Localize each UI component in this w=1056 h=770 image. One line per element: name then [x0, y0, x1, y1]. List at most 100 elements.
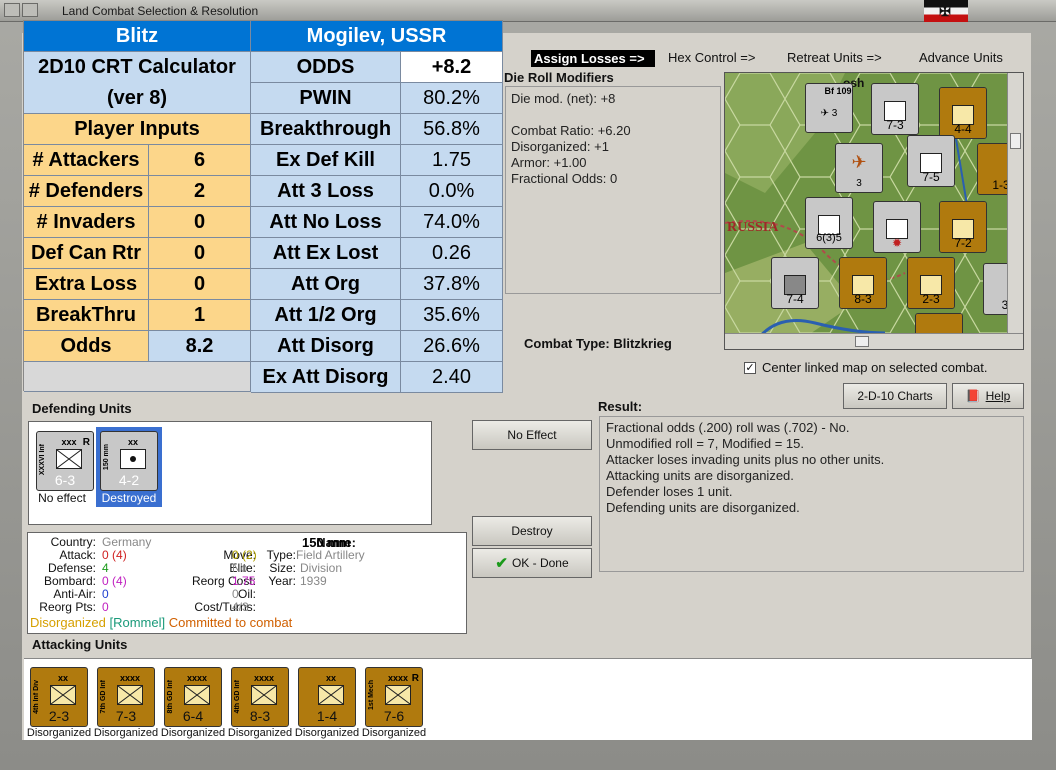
infantry-icon [251, 685, 277, 705]
unit-strength: 1-4 [316, 708, 338, 724]
map-unit-xxiv[interactable]: 7-3 [871, 83, 919, 135]
minimize-icon[interactable] [22, 3, 38, 17]
map-unit-rommel[interactable]: 6(3)5 [805, 197, 853, 249]
hex-control-step[interactable]: Hex Control => [668, 50, 755, 65]
infantry-icon [318, 685, 344, 705]
die-line: Armor: +1.00 [511, 155, 587, 170]
crt-input-label: Odds [24, 331, 149, 362]
attacking-unit[interactable]: xx 1-4 [298, 667, 356, 727]
retreat-units-step[interactable]: Retreat Units => [787, 50, 882, 65]
ok-label: OK - Done [511, 556, 569, 570]
attacking-caption: Disorganized [26, 727, 92, 739]
unit-strength: 7-6 [383, 708, 405, 724]
map-unit-ixiii[interactable]: 7-4 [771, 257, 819, 309]
crt-input-value[interactable]: 0 [149, 238, 251, 269]
result-box: Fractional odds (.200) roll was (.702) -… [599, 416, 1024, 572]
crt-calculator: Blitz Mogilev, USSR 2D10 CRT Calculator … [23, 20, 503, 393]
no-effect-button[interactable]: No Effect [472, 420, 592, 450]
map-unit-air2[interactable]: ✈ 3 [835, 143, 883, 193]
crt-input-label: # Attackers [24, 145, 149, 176]
crt-input-value[interactable]: 0 [149, 269, 251, 300]
status-leader: [Rommel] [109, 615, 166, 630]
defending-unit-selected[interactable]: 150 mm xx 4-2 [100, 431, 158, 491]
unit-strength: 6-4 [182, 708, 204, 724]
die-roll-box: Die mod. (net): +8 Combat Ratio: +6.20 D… [505, 86, 721, 294]
crt-input-value[interactable]: 2 [149, 176, 251, 207]
attacking-unit[interactable]: 4th Inf Div xx 2-3 [30, 667, 88, 727]
unit-designation: XXXVI Inf [39, 444, 46, 476]
crt-output-label: Att Ex Lost [251, 238, 401, 269]
crt-output-label: Att Disorg [251, 331, 401, 362]
unit-designation: 150 mm [103, 444, 110, 471]
checkbox-icon[interactable]: ✓ [744, 361, 756, 374]
help-button[interactable]: 📕 Help [952, 383, 1024, 409]
unit-strength: 6-3 [54, 472, 76, 488]
title-bar[interactable]: Land Combat Selection & Resolution ✠ [0, 0, 1056, 22]
attacking-unit[interactable]: 7th GD Inf xxxx 7-3 [97, 667, 155, 727]
crt-input-value[interactable]: 8.2 [149, 331, 251, 362]
bombard-value: 0 [102, 574, 109, 588]
map-unit-air[interactable]: ✈ 3 Bf 109 [805, 83, 853, 133]
attacking-caption: Disorganized [361, 727, 427, 739]
charts-button[interactable]: 2-D-10 Charts [843, 383, 947, 409]
attack-base: (4) [112, 548, 127, 562]
crt-output-value: 74.0% [401, 207, 503, 238]
crt-player-inputs: Player Inputs [24, 114, 251, 145]
crt-output-label: PWIN [251, 83, 401, 114]
map-unit-171[interactable]: 4-4 [939, 87, 987, 139]
crt-output-label: Att No Loss [251, 207, 401, 238]
crt-header-right: Mogilev, USSR [251, 21, 503, 52]
crt-input-label: BreakThru [24, 300, 149, 331]
infantry-icon [50, 685, 76, 705]
crt-input-value[interactable]: 0 [149, 207, 251, 238]
center-map-checkbox[interactable]: ✓ Center linked map on selected combat. [744, 360, 987, 375]
crt-input-value[interactable]: 6 [149, 145, 251, 176]
attacking-unit[interactable]: 4th GD Inf xxxx 8-3 [231, 667, 289, 727]
result-line: Attacking units are disorganized. [606, 468, 794, 483]
map-hscroll[interactable] [725, 333, 1023, 349]
crt-output-label: Att Org [251, 269, 401, 300]
map-unit-mountain[interactable]: 7-2 [939, 201, 987, 253]
combat-type: Combat Type: Blitzkrieg [524, 336, 672, 351]
map-unit-xxvi[interactable]: ✹ [873, 201, 921, 253]
assign-losses-step[interactable]: Assign Losses => [531, 50, 655, 67]
unit-size: xx [57, 673, 68, 683]
unit-strength: 4-2 [118, 472, 140, 488]
map-vscroll[interactable] [1007, 73, 1023, 335]
unit-size: xxxx [119, 673, 141, 683]
crt-input-label: Extra Loss [24, 269, 149, 300]
attacking-unit[interactable]: 8th GD Inf xxxx 6-4 [164, 667, 222, 727]
crt-output-label: Breakthrough [251, 114, 401, 145]
advance-units-step[interactable]: Advance Units [919, 50, 1003, 65]
ok-done-button[interactable]: ✔ OK - Done [472, 548, 592, 578]
window-menu-icon[interactable] [4, 3, 20, 17]
map-unit-xiv[interactable]: 7-5 [907, 135, 955, 187]
mini-map[interactable]: RUSSIA osh ✈ 3 Bf 109 7-3 4-4 ✈ 3 7-5 1-3 … [724, 72, 1024, 350]
defending-title: Defending Units [32, 401, 132, 416]
die-line [511, 107, 715, 123]
unit-size: xxxx [253, 673, 275, 683]
map-region-label: RUSSIA [727, 220, 779, 235]
map-unit-4thgd[interactable]: 8-3 [839, 257, 887, 309]
combat-type-value: Blitzkrieg [613, 336, 672, 351]
crt-calc-title: 2D10 CRT Calculator [24, 52, 251, 83]
defending-unit[interactable]: XXXVI Inf xxx R 6-3 [36, 431, 94, 491]
attacking-caption: Disorganized [294, 727, 360, 739]
infantry-icon [56, 449, 82, 469]
unit-size: xx [127, 437, 138, 447]
map-unit-23[interactable]: 2-3 [907, 257, 955, 309]
crt-output-value: 26.6% [401, 331, 503, 362]
attacking-title: Attacking Units [32, 637, 128, 652]
cost-turns-value: 4/3 [232, 600, 249, 614]
infantry-icon [385, 685, 411, 705]
destroy-button[interactable]: Destroy [472, 516, 592, 546]
crt-output-value: 0.26 [401, 238, 503, 269]
help-label: Help [985, 389, 1011, 403]
crt-input-value[interactable]: 1 [149, 300, 251, 331]
infantry-icon [184, 685, 210, 705]
result-line: Unmodified roll = 7, Modified = 15. [606, 436, 804, 451]
crt-input-label: # Defenders [24, 176, 149, 207]
attacking-unit[interactable]: 1st Mech xxxx R 7-6 [365, 667, 423, 727]
artillery-icon [120, 449, 146, 469]
unit-reserve: R [82, 437, 90, 448]
